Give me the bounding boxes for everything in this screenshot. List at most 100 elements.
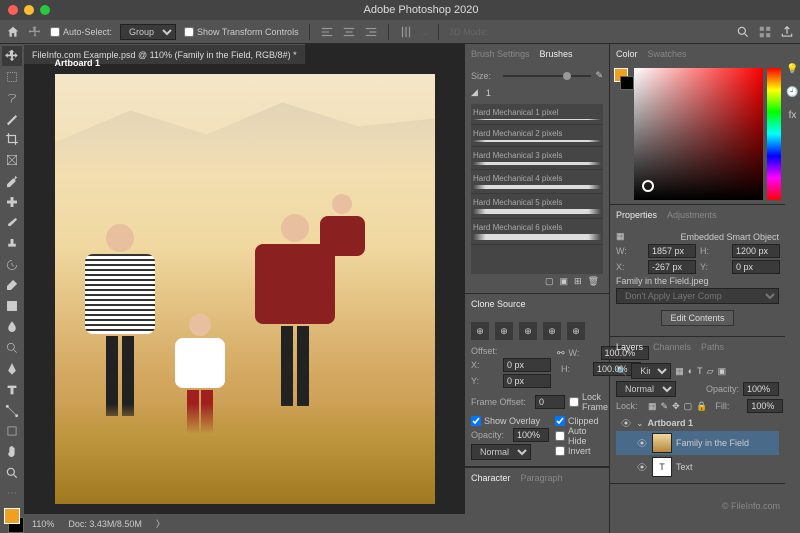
invert-checkbox[interactable]: Invert	[555, 446, 603, 456]
share-icon[interactable]	[780, 25, 794, 39]
filter-type-icon[interactable]: T	[697, 366, 703, 376]
tab-clone-source[interactable]: Clone Source	[471, 299, 526, 309]
home-icon[interactable]	[6, 25, 20, 39]
lock-artboard-icon[interactable]: ▢	[684, 401, 693, 412]
brush-preset[interactable]: Hard Mechanical 1 pixel	[471, 104, 603, 125]
collapse-icon[interactable]: ⌄	[636, 418, 644, 429]
edit-contents-button[interactable]: Edit Contents	[661, 310, 733, 326]
tab-swatches[interactable]: Swatches	[648, 49, 687, 59]
layer-item[interactable]: TText	[616, 455, 779, 479]
lock-frame-checkbox[interactable]: Lock Frame	[569, 392, 608, 412]
align-icon-2[interactable]	[342, 25, 356, 39]
new-icon[interactable]: ⊞	[574, 276, 582, 287]
lock-move-icon[interactable]: ✥	[672, 401, 680, 412]
filter-icon[interactable]: 🔍	[616, 366, 627, 377]
align-icon[interactable]	[320, 25, 334, 39]
prop-h-input[interactable]	[732, 244, 780, 258]
prop-w-input[interactable]	[648, 244, 696, 258]
path-tool[interactable]	[2, 401, 22, 421]
show-overlay-checkbox[interactable]: Show Overlay	[471, 416, 549, 426]
brush-size-slider[interactable]	[503, 75, 591, 77]
panel-icon[interactable]: 🕘	[786, 87, 798, 98]
auto-select-mode[interactable]: Group	[120, 24, 176, 40]
panel-icon[interactable]: 💡	[786, 64, 798, 75]
zoom-tool[interactable]	[2, 463, 22, 483]
clone-src-3[interactable]: ⊕	[519, 322, 537, 340]
prop-y-input[interactable]	[732, 260, 780, 274]
eyedropper-tool[interactable]	[2, 171, 22, 191]
lock-paint-icon[interactable]: ✎	[661, 401, 669, 412]
brush-preset[interactable]: Hard Mechanical 5 pixels	[471, 194, 603, 219]
filter-pixel-icon[interactable]: ▦	[675, 366, 684, 377]
layer-fill-input[interactable]	[747, 399, 783, 413]
brush-preset[interactable]: Hard Mechanical 4 pixels	[471, 170, 603, 194]
type-tool[interactable]	[2, 380, 22, 400]
workspace-icon[interactable]	[758, 25, 772, 39]
filter-smart-icon[interactable]: ▣	[718, 366, 727, 377]
frame-tool[interactable]	[2, 150, 22, 170]
eraser-tool[interactable]	[2, 275, 22, 295]
visibility-icon[interactable]	[636, 437, 648, 449]
pen-tool[interactable]	[2, 359, 22, 379]
move-tool-icon[interactable]	[28, 25, 42, 39]
trash-icon[interactable]: 🗑	[588, 276, 599, 287]
align-icon-3[interactable]	[364, 25, 378, 39]
auto-hide-checkbox[interactable]: Auto Hide	[555, 426, 603, 446]
layer-opacity-input[interactable]	[743, 382, 779, 396]
layer-thumbnail[interactable]: T	[652, 457, 672, 477]
tab-channels[interactable]: Channels	[653, 342, 691, 352]
layer-thumbnail[interactable]	[652, 433, 672, 453]
close-window[interactable]	[8, 5, 18, 15]
clone-src-2[interactable]: ⊕	[495, 322, 513, 340]
tab-color[interactable]: Color	[616, 49, 638, 59]
hand-tool[interactable]	[2, 442, 22, 462]
dodge-tool[interactable]	[2, 338, 22, 358]
lock-all-icon[interactable]: 🔒	[696, 401, 707, 412]
search-icon[interactable]	[736, 25, 750, 39]
tab-paragraph[interactable]: Paragraph	[521, 473, 563, 483]
crop-tool[interactable]	[2, 129, 22, 149]
clone-src-5[interactable]: ⊕	[567, 322, 585, 340]
distribute-icon[interactable]	[399, 25, 413, 39]
blend-mode-select[interactable]: Normal	[616, 381, 676, 397]
stamp-tool[interactable]	[2, 234, 22, 254]
tab-paths[interactable]: Paths	[701, 342, 724, 352]
gradient-tool[interactable]	[2, 296, 22, 316]
brush-tool[interactable]	[2, 213, 22, 233]
zoom-level[interactable]: 110%	[32, 519, 54, 529]
frame-offset-input[interactable]	[535, 395, 565, 409]
brush-paint-icon[interactable]: ✎	[595, 70, 603, 81]
marquee-tool[interactable]	[2, 67, 22, 87]
lock-transparency-icon[interactable]: ▦	[648, 401, 657, 412]
brush-preset[interactable]: Hard Mechanical 3 pixels	[471, 147, 603, 170]
shape-tool[interactable]	[2, 421, 22, 441]
brush-list[interactable]: Hard Mechanical 1 pixel Hard Mechanical …	[471, 104, 603, 274]
minimize-window[interactable]	[24, 5, 34, 15]
panel-icon[interactable]: fx	[789, 110, 797, 121]
maximize-window[interactable]	[40, 5, 50, 15]
tab-layers[interactable]: Layers	[616, 342, 643, 352]
clone-y-input[interactable]	[503, 374, 551, 388]
visibility-icon[interactable]	[620, 417, 632, 429]
tab-brushes[interactable]: Brushes	[540, 49, 573, 59]
overlay-blend-select[interactable]: Normal	[471, 444, 531, 460]
new-folder-icon[interactable]: ▣	[560, 276, 569, 287]
filter-shape-icon[interactable]: ▱	[707, 366, 714, 377]
move-tool[interactable]	[2, 46, 22, 66]
clone-src-1[interactable]: ⊕	[471, 322, 489, 340]
edit-toolbar[interactable]: ⋯	[7, 488, 17, 499]
tab-adjustments[interactable]: Adjustments	[667, 210, 717, 220]
tab-brush-settings[interactable]: Brush Settings	[471, 49, 530, 59]
canvas-image[interactable]	[55, 74, 435, 504]
lasso-tool[interactable]	[2, 88, 22, 108]
foreground-color[interactable]	[4, 508, 20, 524]
auto-select-checkbox[interactable]: Auto-Select:	[50, 27, 112, 37]
brush-preset[interactable]: Hard Mechanical 6 pixels	[471, 219, 603, 245]
layer-comp-select[interactable]: Don't Apply Layer Comp	[616, 288, 779, 304]
artboard-label[interactable]: Artboard 1	[55, 58, 101, 68]
color-bg-swatch[interactable]	[620, 76, 634, 90]
folder-icon[interactable]: ▢	[545, 276, 554, 287]
brush-preset[interactable]: Hard Mechanical 2 pixels	[471, 125, 603, 147]
show-transform-checkbox[interactable]: Show Transform Controls	[184, 27, 299, 37]
filter-adj-icon[interactable]: ◐	[688, 366, 693, 376]
